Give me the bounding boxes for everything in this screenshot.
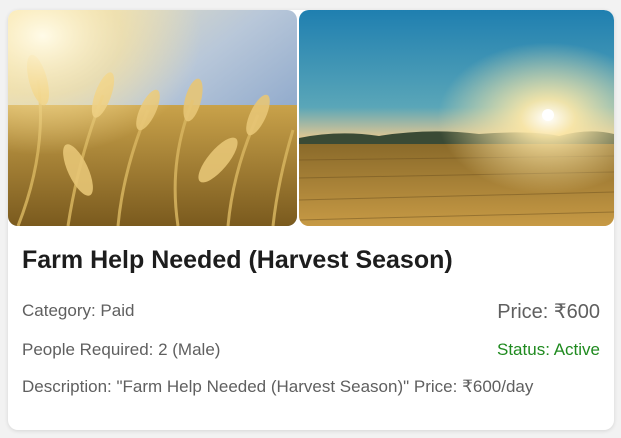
category-text: Category: Paid [22, 301, 135, 320]
listing-title[interactable]: Farm Help Needed (Harvest Season) [22, 246, 453, 275]
field-sunset-photo [299, 10, 614, 226]
price-text: Price: ₹600 [497, 300, 600, 323]
description-text: Description: "Farm Help Needed (Harvest … [22, 377, 534, 396]
status-badge: Status: Active [497, 340, 600, 359]
job-listing-card[interactable]: Farm Help Needed (Harvest Season) Catego… [8, 10, 614, 430]
people-status-row: People Required: 2 (Male) Status: Active [22, 337, 600, 363]
category-price-row: Category: Paid Price: ₹600 [22, 296, 600, 326]
wheat-closeup-photo [8, 10, 297, 226]
people-required-text: People Required: 2 (Male) [22, 340, 221, 359]
